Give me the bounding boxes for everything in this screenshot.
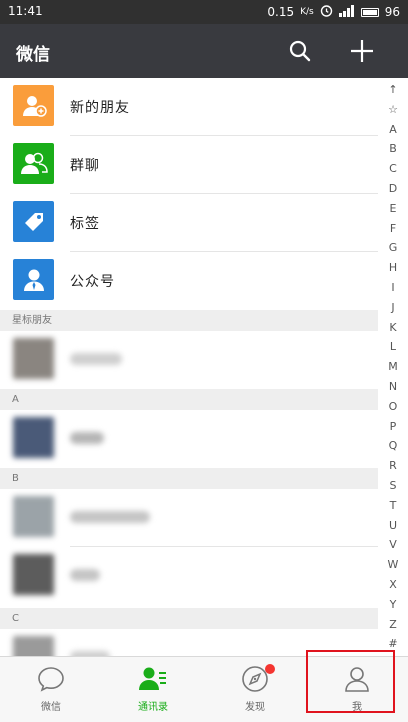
index-letter[interactable]: K [378, 318, 408, 338]
official-accounts-label: 公众号 [70, 274, 115, 290]
section-header-starred: 星标朋友 [0, 310, 378, 331]
tab-contacts[interactable]: 通讯录 [102, 657, 204, 722]
index-letter[interactable]: Q [378, 436, 408, 456]
index-letter[interactable]: O [378, 397, 408, 417]
search-icon[interactable] [288, 39, 312, 63]
section-header-b: B [0, 468, 378, 489]
section-header-a: A [0, 389, 378, 410]
index-letter[interactable]: R [378, 456, 408, 476]
group-chat-label: 群聊 [70, 158, 100, 174]
tab-label: 通讯录 [138, 702, 168, 713]
index-letter[interactable]: C [378, 159, 408, 179]
tab-label: 微信 [41, 702, 61, 713]
tab-label: 发现 [245, 702, 265, 713]
official-account-icon [13, 259, 54, 300]
status-time: 11:41 [8, 4, 43, 18]
chat-bubble-icon [37, 665, 65, 693]
contact-name-blurred [70, 569, 100, 581]
index-letter[interactable]: Y [378, 595, 408, 615]
official-accounts-item[interactable]: 公众号 [0, 252, 378, 310]
index-letter[interactable]: T [378, 496, 408, 516]
index-letter[interactable]: V [378, 535, 408, 555]
group-chat-item[interactable]: 群聊 [0, 136, 378, 194]
index-letter[interactable]: H [378, 258, 408, 278]
new-friend-icon [13, 85, 54, 126]
index-letter[interactable]: D [378, 179, 408, 199]
index-letter[interactable]: G [378, 238, 408, 258]
avatar [13, 554, 54, 595]
notification-dot [265, 664, 275, 674]
status-bar: 11:41 0.15 K/s 96 [0, 0, 408, 24]
avatar [13, 496, 54, 537]
index-letter[interactable]: L [378, 337, 408, 357]
network-speed-unit: K/s [300, 7, 314, 17]
contact-row[interactable] [0, 547, 378, 605]
index-letter[interactable]: E [378, 199, 408, 219]
avatar [13, 417, 54, 458]
alarm-icon [320, 4, 333, 20]
index-letter[interactable]: ☆ [378, 100, 408, 120]
tags-label: 标签 [70, 216, 100, 232]
section-header-c: C [0, 608, 378, 629]
index-letter[interactable]: Z [378, 615, 408, 635]
new-friends-item[interactable]: 新的朋友 [0, 78, 378, 136]
avatar [13, 338, 54, 379]
index-letter[interactable]: W [378, 555, 408, 575]
battery-level: 96 [384, 5, 400, 19]
index-letter[interactable]: S [378, 476, 408, 496]
index-letter[interactable]: A [378, 120, 408, 140]
index-letter[interactable]: P [378, 417, 408, 437]
index-letter[interactable]: X [378, 575, 408, 595]
contact-name-blurred [70, 432, 104, 444]
battery-icon [360, 7, 379, 17]
contact-name-blurred [70, 353, 122, 365]
index-letter[interactable]: B [378, 139, 408, 159]
tag-icon [13, 201, 54, 242]
new-friends-label: 新的朋友 [70, 100, 130, 116]
title-bar: 微信 [0, 24, 408, 78]
contacts-icon [139, 665, 167, 693]
contact-row[interactable] [0, 331, 378, 389]
index-letter[interactable]: I [378, 278, 408, 298]
index-letter[interactable]: U [378, 516, 408, 536]
highlight-box [306, 650, 395, 713]
contact-row[interactable] [0, 489, 378, 547]
tab-discover[interactable]: 发现 [204, 657, 306, 722]
network-speed: 0.15 [267, 5, 295, 19]
contact-row[interactable] [0, 410, 378, 468]
group-chat-icon [13, 143, 54, 184]
tab-chats[interactable]: 微信 [0, 657, 102, 722]
contact-list[interactable]: 新的朋友 群聊 标签 公众号 星标朋友 A B C [0, 78, 408, 656]
index-letter[interactable]: F [378, 219, 408, 239]
index-letter[interactable]: M [378, 357, 408, 377]
add-icon[interactable] [350, 39, 374, 63]
alphabet-index[interactable]: ↑ ☆ A B C D E F G H I J K L M N O P Q R S T U V W X Y Z # [378, 78, 408, 656]
index-letter[interactable]: N [378, 377, 408, 397]
tags-item[interactable]: 标签 [0, 194, 378, 252]
index-letter[interactable]: J [378, 298, 408, 318]
page-title: 微信 [16, 45, 50, 65]
avatar [13, 636, 54, 656]
status-indicators: 0.15 K/s 96 [267, 4, 400, 20]
contact-name-blurred [70, 511, 150, 523]
index-letter[interactable]: ↑ [378, 80, 408, 100]
signal-icon [338, 4, 355, 20]
